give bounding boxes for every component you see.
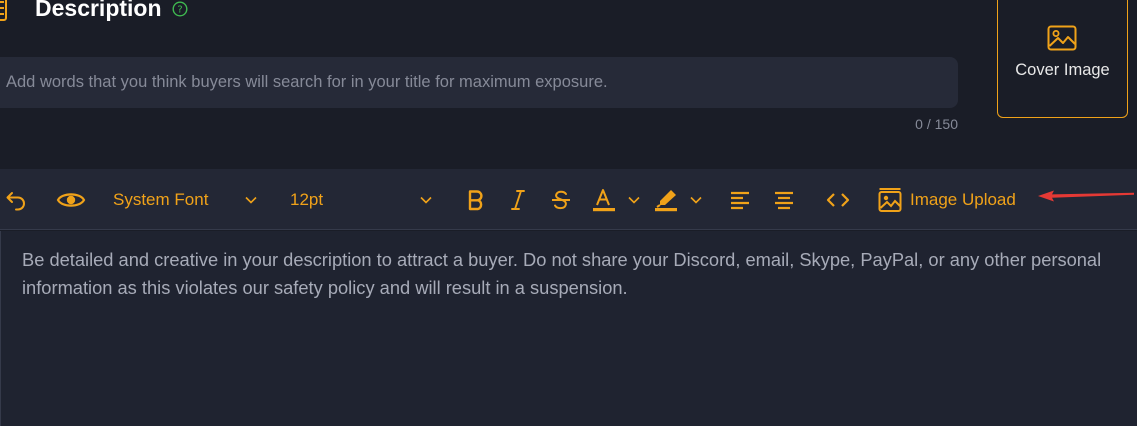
align-left-icon <box>731 191 749 209</box>
undo-icon <box>6 191 25 210</box>
font-size-select[interactable]: 12pt <box>290 169 440 230</box>
cover-image-label: Cover Image <box>1015 61 1110 79</box>
image-upload-icon <box>878 187 902 212</box>
image-upload-label: Image Upload <box>910 189 1016 209</box>
align-center-button[interactable] <box>771 169 797 230</box>
description-editor[interactable]: Be detailed and creative in your descrip… <box>0 231 1137 426</box>
document-icon <box>0 0 7 21</box>
font-size-value: 12pt <box>290 189 324 209</box>
bold-icon <box>468 189 483 210</box>
editor-toolbar: System Font 12pt Image Upload <box>0 169 1137 230</box>
description-section: Description ? 0 / 150 Cover Image <box>0 0 1137 169</box>
image-icon <box>1047 25 1077 51</box>
bold-button[interactable] <box>464 169 488 230</box>
strikethrough-button[interactable] <box>549 169 573 230</box>
svg-text:?: ? <box>177 5 182 16</box>
highlight-color-button[interactable] <box>653 169 707 230</box>
editor-placeholder: Be detailed and creative in your descrip… <box>22 249 1102 298</box>
section-title: Description <box>35 0 162 21</box>
italic-button[interactable] <box>507 169 529 230</box>
font-family-select[interactable]: System Font <box>113 169 273 230</box>
text-color-button[interactable] <box>591 169 645 230</box>
cover-image-button[interactable]: Cover Image <box>997 0 1128 118</box>
image-upload-button[interactable]: Image Upload <box>878 169 1028 230</box>
italic-icon <box>511 189 525 210</box>
chevron-down-icon <box>628 196 640 204</box>
chevron-down-icon <box>420 196 432 204</box>
font-family-value: System Font <box>113 189 209 209</box>
code-icon <box>826 192 850 207</box>
align-left-button[interactable] <box>727 169 753 230</box>
annotation-arrow <box>1038 190 1134 202</box>
chevron-down-icon <box>245 196 257 204</box>
align-center-icon <box>775 191 793 209</box>
text-color-icon <box>593 188 615 211</box>
chevron-down-icon <box>690 196 702 204</box>
undo-button[interactable] <box>2 169 30 230</box>
question-circle-icon[interactable]: ? <box>172 1 188 17</box>
preview-button[interactable] <box>55 169 87 230</box>
source-code-button[interactable] <box>825 169 851 230</box>
character-counter: 0 / 150 <box>915 116 958 132</box>
eye-icon <box>56 192 86 207</box>
strikethrough-icon <box>552 190 570 209</box>
highlighter-icon <box>655 189 677 211</box>
tags-input[interactable] <box>0 57 958 108</box>
